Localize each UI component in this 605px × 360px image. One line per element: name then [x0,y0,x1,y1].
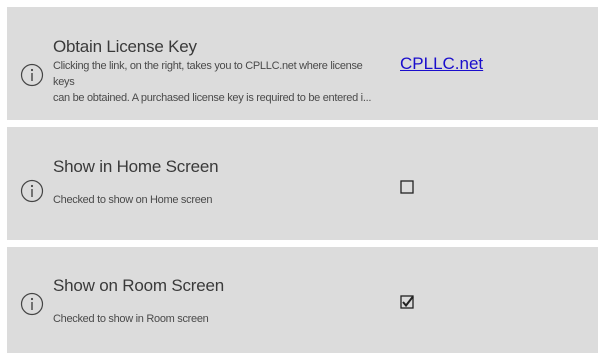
info-icon [20,292,44,316]
setting-title: Show on Room Screen [53,276,225,295]
show-on-room-checkbox[interactable] [400,295,414,309]
setting-show-in-home-screen: Show in Home Screen Checked to show on H… [7,127,598,240]
info-icon [20,63,44,87]
setting-title: Obtain License Key [53,37,197,56]
setting-obtain-license-key: Obtain License Key Clicking the link, on… [7,7,598,120]
info-icon [20,179,44,203]
setting-description: Checked to show on Home screen [53,194,213,206]
setting-description: Checked to show in Room screen [53,313,209,325]
settings-list: Obtain License Key Clicking the link, on… [0,0,605,360]
cpllc-link[interactable]: CPLLC.net [400,54,483,74]
setting-description: Clicking the link, on the right, takes y… [53,60,372,104]
setting-show-on-room-screen: Show on Room Screen Checked to show in R… [7,247,598,353]
show-in-home-checkbox[interactable] [400,180,414,194]
setting-title: Show in Home Screen [53,157,219,176]
